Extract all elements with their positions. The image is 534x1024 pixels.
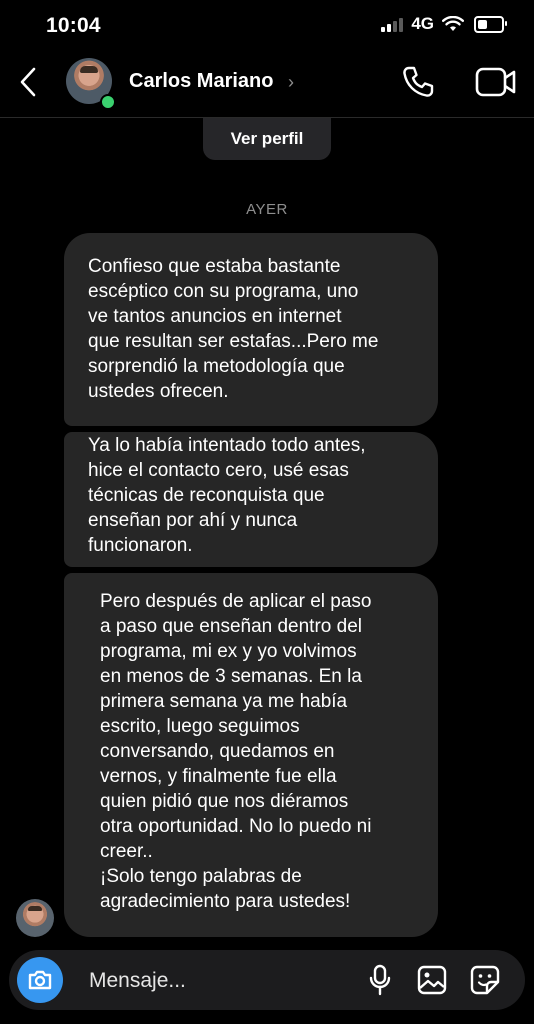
message-line: otra oportunidad. No lo puedo ni [100, 816, 372, 837]
message-line: escrito, luego seguimos [100, 716, 300, 737]
message-bubble[interactable]: Confieso que estaba bastante escéptico c… [64, 233, 438, 426]
view-profile-button[interactable]: Ver perfil [203, 118, 331, 160]
sticker-icon [470, 965, 500, 995]
message-line: en menos de 3 semanas. En la [100, 666, 362, 687]
message-line: hice el contacto cero, usé esas [88, 460, 349, 481]
message-line: Confieso que estaba bastante [88, 256, 341, 277]
message-line: enseñan por ahí y nunca [88, 510, 298, 531]
message-line: ve tantos anuncios en internet [88, 306, 342, 327]
network-type: 4G [411, 14, 434, 33]
gallery-button[interactable] [415, 963, 449, 997]
message-bubble[interactable]: Ya lo había intentado todo antes, hice e… [64, 432, 438, 567]
message-line: Pero después de aplicar el paso [100, 591, 372, 612]
sender-avatar[interactable] [16, 899, 54, 937]
battery-icon [474, 15, 507, 33]
chevron-right-icon[interactable]: › [288, 72, 294, 93]
camera-button[interactable] [17, 957, 63, 1003]
signal-strength-icon [381, 16, 404, 32]
sticker-button[interactable] [468, 963, 502, 997]
message-composer [9, 950, 525, 1010]
voice-message-button[interactable] [365, 963, 395, 997]
message-line: funcionaron. [88, 535, 193, 556]
message-line: conversando, quedamos en [100, 741, 335, 762]
message-line: Ya lo había intentado todo antes, [88, 435, 366, 456]
message-line: quien pidió que nos diéramos [100, 791, 349, 812]
microphone-icon [369, 964, 391, 996]
message-line: que resultan ser estafas...Pero me [88, 331, 379, 352]
wifi-icon [442, 16, 464, 31]
message-line: ¡Solo tengo palabras de [100, 866, 302, 887]
battery-level [478, 19, 487, 29]
call-button[interactable] [398, 62, 438, 102]
status-indicators: 4G [381, 14, 507, 34]
online-status-dot [100, 94, 116, 110]
message-line: ustedes ofrecen. [88, 381, 229, 402]
message-line: creer.. [100, 841, 153, 862]
camera-icon [28, 970, 52, 990]
back-button[interactable] [14, 66, 42, 98]
message-line: sorprendió la metodología que [88, 356, 345, 377]
image-icon [417, 965, 447, 995]
contact-name[interactable]: Carlos Mariano [129, 70, 273, 93]
message-input[interactable] [87, 962, 351, 1000]
message-bubble[interactable]: Pero después de aplicar el paso a paso q… [64, 573, 438, 937]
status-time: 10:04 [46, 14, 101, 37]
chat-header: Carlos Mariano › [0, 52, 534, 118]
message-line: escéptico con su programa, uno [88, 281, 359, 302]
video-camera-icon [475, 67, 516, 97]
message-line: agradecimiento para ustedes! [100, 891, 351, 912]
chevron-left-icon [20, 67, 36, 97]
message-line: a paso que enseñan dentro del [100, 616, 362, 637]
message-line: programa, mi ex y yo volvimos [100, 641, 357, 662]
message-line: primera semana ya me había [100, 691, 348, 712]
video-call-button[interactable] [474, 62, 518, 102]
message-line: técnicas de reconquista que [88, 485, 325, 506]
status-bar: 10:04 4G [0, 0, 534, 52]
message-line: vernos, y finalmente fue ella [100, 766, 337, 787]
phone-icon [403, 66, 434, 97]
day-separator: AYER [246, 201, 288, 218]
